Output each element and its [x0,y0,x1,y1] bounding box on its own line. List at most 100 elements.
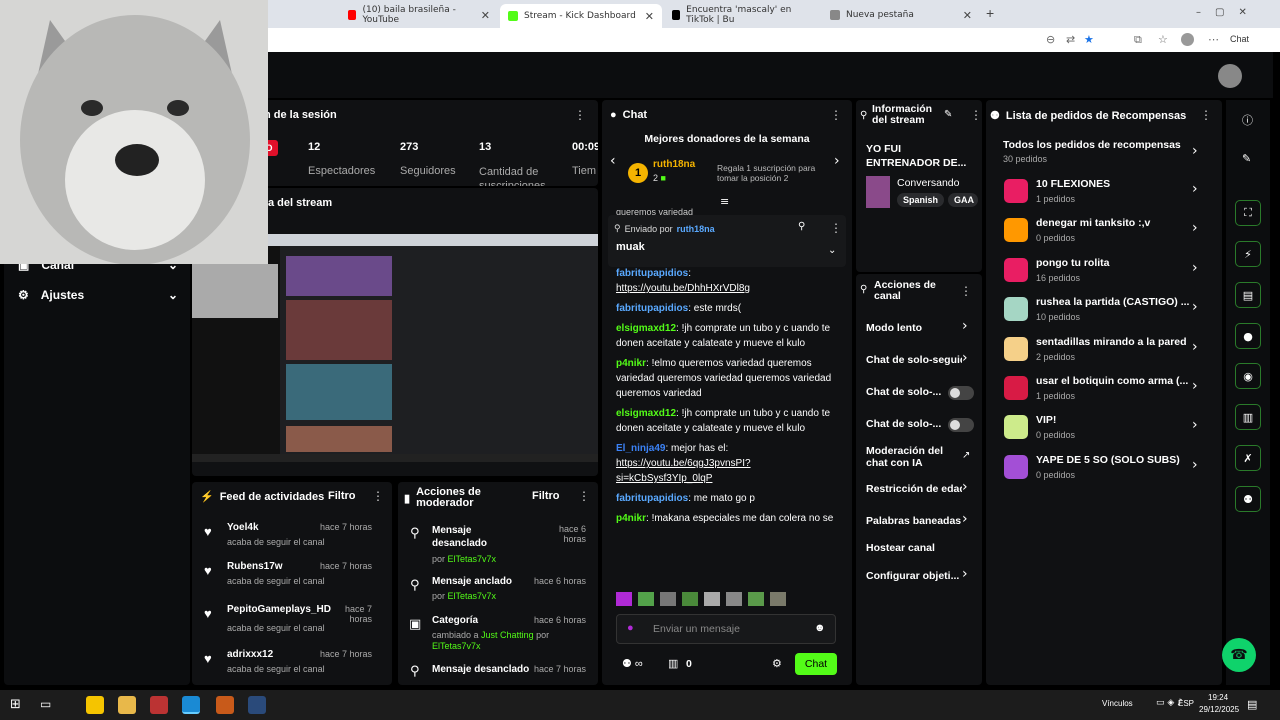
nav-item-ajustes[interactable]: ⚙ Ajustes ⌄ [18,288,178,302]
more-options-icon[interactable]: ⋮ [960,284,972,298]
user-avatar[interactable] [1218,64,1242,88]
close-tab-icon[interactable]: ✕ [963,9,972,22]
chevron-right-icon[interactable]: › [1192,143,1198,159]
reward-item[interactable]: VIP! 0 pedidos › [1004,412,1204,446]
chevron-right-icon[interactable]: › [1192,299,1198,315]
emote-icon[interactable] [748,592,764,606]
emote-icon[interactable] [704,592,720,606]
community-icon[interactable]: ⚉ [1235,486,1261,512]
window-controls[interactable]: –▢✕ [1196,7,1261,18]
host-channel-row[interactable]: Hostear canal [866,542,935,554]
lightning-icon[interactable]: ⚡ [1235,241,1261,267]
chevron-right-icon[interactable]: › [962,511,968,527]
followers-only-row[interactable]: Chat de solo-seguid [866,354,962,366]
file-explorer-icon[interactable] [118,696,136,714]
slow-mode-row[interactable]: Modo lento [866,322,922,334]
emote-icon[interactable] [660,592,676,606]
chevron-right-icon[interactable]: › [962,479,968,495]
emote-icon[interactable] [770,592,786,606]
info-icon[interactable]: ⓘ [1242,112,1253,128]
edit-icon[interactable]: ✎ [1242,152,1251,165]
emote-icon[interactable] [682,592,698,606]
community-icon[interactable]: ⚉ ∞ [622,657,643,670]
reward-item[interactable]: rushea la partida (CASTIGO) ... 10 pedid… [1004,294,1204,328]
clock-date[interactable]: 29/12/2025 [1199,705,1239,714]
emoji-icon[interactable]: ☻ [814,622,826,634]
app-icon[interactable] [216,696,234,714]
mod-filter-button[interactable]: Filtro [532,490,560,502]
emote-bar[interactable] [616,592,838,610]
emote-icon[interactable] [616,592,632,606]
reward-item[interactable]: YAPE DE 5 SO (SOLO SUBS) 0 pedidos › [1004,452,1204,486]
language-indicator[interactable]: ESP [1178,699,1194,708]
obs-icon[interactable] [150,696,168,714]
emote-only-toggle[interactable] [948,418,974,432]
chevron-right-icon[interactable]: › [962,566,968,582]
profile-avatar[interactable] [1181,33,1194,46]
extensions-icon[interactable]: ⧉ [1134,33,1142,47]
reward-item[interactable]: pongo tu rolita 16 pedidos › [1004,255,1204,289]
tab-new[interactable]: Nueva pestaña ✕ [822,4,980,26]
subs-only-toggle[interactable] [948,386,974,400]
capture-icon[interactable]: ⛶ [1235,200,1261,226]
reward-item[interactable]: denegar mi tanksito :,v 0 pedidos › [1004,215,1204,249]
reward-item[interactable]: 10 FLEXIONES 1 pedidos › [1004,176,1204,210]
chat-input[interactable]: ● Enviar un mensaje ☻ [616,614,836,644]
notifications-icon[interactable]: ▤ [1247,698,1257,711]
goals-row[interactable]: Configurar objeti... [866,570,959,582]
reward-item[interactable]: usar el botiquin como arma (... 1 pedido… [1004,373,1204,407]
filter-icon[interactable]: ≡ [720,195,729,208]
more-options-icon[interactable]: ⋮ [1200,108,1212,122]
send-chat-button[interactable]: Chat [795,653,837,675]
more-options-icon[interactable]: ⋮ [578,489,590,503]
more-options-icon[interactable]: ⋮ [372,489,384,503]
sticky-notes-icon[interactable] [86,696,104,714]
all-rewards-row[interactable]: Todos los pedidos de recompensas 30 pedi… [1003,139,1193,164]
steam-icon[interactable] [248,696,266,714]
chevron-right-icon[interactable]: › [1192,457,1198,473]
more-options-icon[interactable]: ⋮ [830,108,842,122]
chevron-left-icon[interactable]: ‹ [610,153,616,169]
edit-icon[interactable]: ✎ [944,109,952,120]
chevron-right-icon[interactable]: › [1192,181,1198,197]
more-options-icon[interactable]: ⋮ [830,221,842,235]
windows-start-icon[interactable]: ⊞ [10,697,21,712]
chevron-right-icon[interactable]: › [1192,417,1198,433]
store-icon[interactable]: ▥ [1235,404,1261,430]
zoom-icon[interactable]: ⊖ [1046,33,1055,46]
reward-item[interactable]: sentadillas mirando a la pared 2 pedidos… [1004,334,1204,368]
emote-icon[interactable] [726,592,742,606]
chevron-right-icon[interactable]: › [1192,220,1198,236]
more-options-icon[interactable]: ⋮ [970,108,982,122]
gear-icon[interactable]: ⚙ [772,657,782,670]
close-tab-icon[interactable]: ✕ [645,10,654,23]
clock-time[interactable]: 19:24 [1208,693,1228,702]
tab-kick-dashboard[interactable]: Stream - Kick Dashboard ✕ [500,4,662,28]
banned-words-row[interactable]: Palabras baneadas [866,515,961,527]
emote-icon[interactable] [638,592,654,606]
wrench-icon[interactable]: ✗ [1235,445,1261,471]
chevron-right-icon[interactable]: › [1192,260,1198,276]
broadcast-icon[interactable]: ◉ [1235,363,1261,389]
help-support-button[interactable]: ☎ [1222,638,1256,672]
ai-moderation-row[interactable]: Moderación del chat con IA [866,445,950,469]
pin-toggle-icon[interactable]: ⚲ [798,221,805,232]
bookmark-star-icon[interactable]: ★ [1084,33,1094,46]
chevron-right-icon[interactable]: › [962,350,968,366]
tab-tiktok[interactable]: Encuentra 'mascaly' en TikTok | Bu [664,4,822,26]
chevron-right-icon[interactable]: › [834,153,840,169]
favorites-icon[interactable]: ☆ [1158,33,1168,46]
chevron-right-icon[interactable]: › [1192,339,1198,355]
chat-bubble-icon[interactable]: ● [1235,323,1261,349]
mic-icon[interactable]: ● [627,622,634,634]
more-options-icon[interactable]: ⋮ [574,108,586,122]
document-icon[interactable]: ▤ [1235,282,1261,308]
more-icon[interactable]: ⋯ [1208,33,1219,46]
task-view-icon[interactable]: ▭ [40,697,51,711]
activity-filter-button[interactable]: Filtro [328,490,356,502]
top-donor-name[interactable]: ruth18na [653,159,695,170]
chevron-down-icon[interactable]: ⌄ [828,245,836,256]
copilot-chat-button[interactable]: Chat [1230,34,1249,44]
translate-icon[interactable]: ⇄ [1066,33,1075,46]
chevron-right-icon[interactable]: › [962,318,968,334]
